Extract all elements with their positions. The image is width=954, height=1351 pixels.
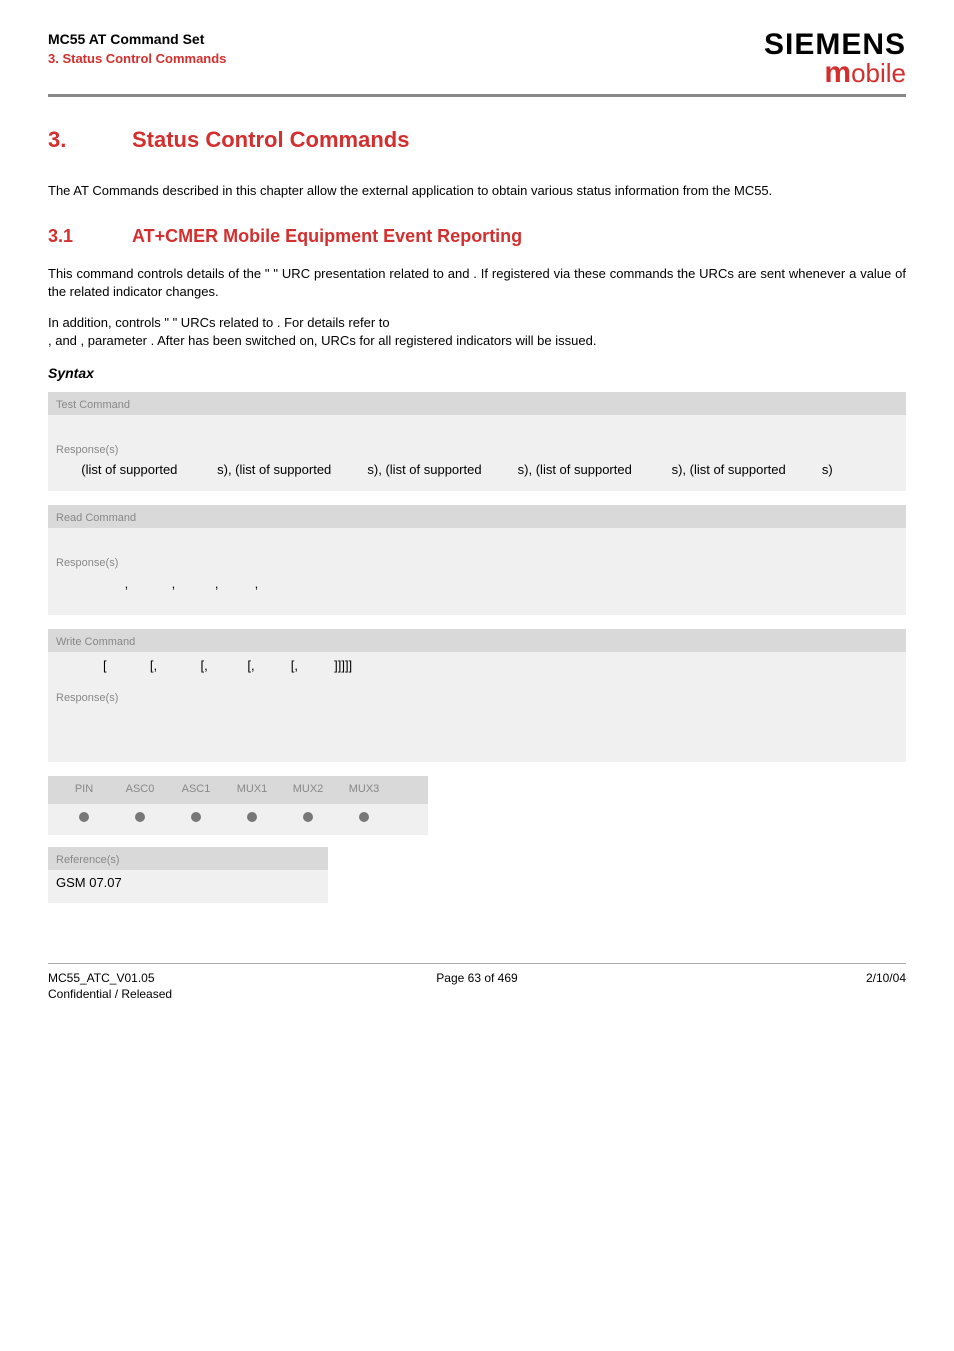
footer-right: 2/10/04 xyxy=(866,970,906,1004)
read-command-response: Response(s) , , , , xyxy=(48,552,906,614)
desc-paragraph-3: , and , parameter . After has been switc… xyxy=(48,332,906,350)
desc-paragraph-1: This command controls details of the " "… xyxy=(48,265,906,301)
syntax-label: Syntax xyxy=(48,364,906,384)
header-rule xyxy=(48,94,906,97)
write-command-block: Write Command [ [, [, [, [, ]]]]] Respon… xyxy=(48,629,906,763)
page-footer: MC55_ATC_V01.05 Confidential / Released … xyxy=(48,963,906,1004)
dot-cell xyxy=(168,812,224,827)
brand-mobile-rest: obile xyxy=(851,58,906,88)
read-command-line xyxy=(48,528,906,552)
dot-cell xyxy=(280,812,336,827)
test-command-line xyxy=(48,415,906,439)
section-heading: 3. Status Control Commands xyxy=(48,125,906,156)
col-mux2: MUX2 xyxy=(280,782,336,797)
col-asc0: ASC0 xyxy=(112,782,168,797)
test-command-response: Response(s) (list of supported s), (list… xyxy=(48,439,906,491)
reference-block: Reference(s) GSM 07.07 xyxy=(48,847,328,903)
dot-cell xyxy=(336,812,392,827)
col-asc1: ASC1 xyxy=(168,782,224,797)
desc-paragraph-2: In addition, controls " " URCs related t… xyxy=(48,314,906,332)
read-response-label: Response(s) xyxy=(56,556,898,571)
col-pin: PIN xyxy=(56,782,112,797)
read-command-block: Read Command Response(s) , , , , xyxy=(48,505,906,615)
write-command-line: [ [, [, [, [, ]]]]] xyxy=(48,652,906,687)
reference-body: GSM 07.07 xyxy=(48,870,328,902)
dot-icon xyxy=(79,812,89,822)
reference-header: Reference(s) xyxy=(48,847,328,870)
brand-mobile: mobile xyxy=(764,58,906,88)
availability-header-row: PIN ASC0 ASC1 MUX1 MUX2 MUX3 xyxy=(48,776,428,803)
dot-icon xyxy=(135,812,145,822)
test-command-block: Test Command Response(s) (list of suppor… xyxy=(48,392,906,492)
write-command-response: Response(s) xyxy=(48,687,906,762)
chapter-label: 3. Status Control Commands xyxy=(48,50,226,68)
footer-center: Page 63 of 469 xyxy=(436,970,517,987)
test-response-label: Response(s) xyxy=(56,443,898,458)
read-command-header: Read Command xyxy=(48,505,906,528)
dot-cell xyxy=(112,812,168,827)
dot-icon xyxy=(359,812,369,822)
dot-icon xyxy=(191,812,201,822)
header-left: MC55 AT Command Set 3. Status Control Co… xyxy=(48,30,226,68)
page-header: MC55 AT Command Set 3. Status Control Co… xyxy=(48,30,906,88)
subsection-number: 3.1 xyxy=(48,224,132,249)
test-command-header: Test Command xyxy=(48,392,906,415)
brand-block: SIEMENS mobile xyxy=(764,30,906,88)
subsection-heading: 3.1 AT+CMER Mobile Equipment Event Repor… xyxy=(48,224,906,249)
availability-dot-row xyxy=(48,804,428,835)
test-response-text: (list of supported s), (list of supporte… xyxy=(56,460,898,481)
write-command-text: [ [, [, [, [, ]]]]] xyxy=(56,656,898,677)
subsection-title: AT+CMER Mobile Equipment Event Reporting xyxy=(132,224,522,249)
read-response-text: , , , , xyxy=(56,574,898,595)
dot-cell xyxy=(56,812,112,827)
col-mux3: MUX3 xyxy=(336,782,392,797)
availability-table: PIN ASC0 ASC1 MUX1 MUX2 MUX3 xyxy=(48,776,428,835)
dot-icon xyxy=(247,812,257,822)
dot-cell xyxy=(224,812,280,827)
write-response-label: Response(s) xyxy=(56,691,898,706)
dot-icon xyxy=(303,812,313,822)
section-title: Status Control Commands xyxy=(132,125,409,156)
write-command-header: Write Command xyxy=(48,629,906,652)
footer-confidential: Confidential / Released xyxy=(48,986,172,1003)
brand-mobile-m: m xyxy=(824,56,851,89)
doc-title: MC55 AT Command Set xyxy=(48,30,226,50)
section-number: 3. xyxy=(48,125,132,156)
intro-paragraph: The AT Commands described in this chapte… xyxy=(48,182,906,200)
footer-version: MC55_ATC_V01.05 xyxy=(48,970,172,987)
col-mux1: MUX1 xyxy=(224,782,280,797)
footer-left: MC55_ATC_V01.05 Confidential / Released xyxy=(48,970,172,1004)
